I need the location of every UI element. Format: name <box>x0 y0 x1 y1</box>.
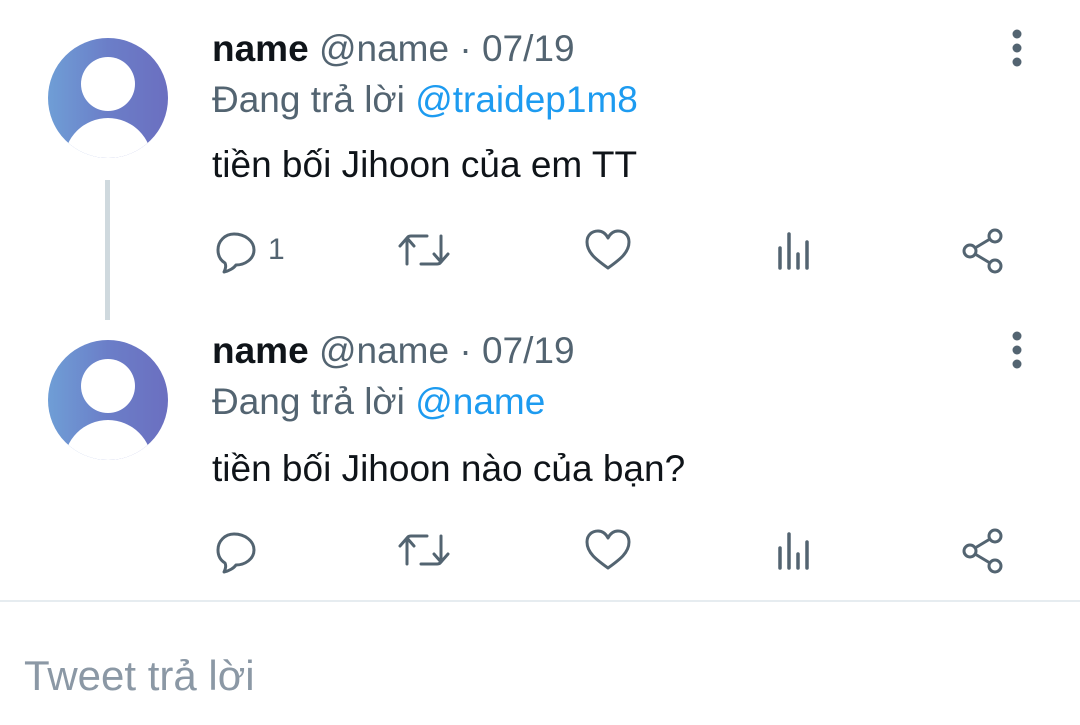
avatar-head-shape <box>81 359 135 413</box>
reply-input[interactable] <box>24 644 1024 708</box>
replying-to-label: Đang trả lời <box>212 381 405 422</box>
avatar-body-shape <box>64 118 152 158</box>
retweet-button[interactable] <box>397 524 451 576</box>
replying-to-label: Đang trả lời <box>212 79 405 120</box>
replying-to-mention[interactable]: @traidep1m8 <box>415 79 638 120</box>
display-name[interactable]: name <box>212 330 309 371</box>
share-button[interactable] <box>958 224 1008 276</box>
replying-to-line: Đang trả lời @name <box>212 380 545 424</box>
reply-count: 1 <box>268 233 285 266</box>
share-icon <box>962 228 1003 274</box>
reply-composer <box>0 602 1080 725</box>
separator-dot: · <box>459 330 472 371</box>
user-handle[interactable]: @name <box>319 28 449 69</box>
retweet-icon <box>398 234 450 266</box>
views-button[interactable] <box>772 524 816 576</box>
more-options-button[interactable] <box>1000 326 1034 374</box>
like-button[interactable] <box>583 524 633 576</box>
tweet-date[interactable]: 07/19 <box>482 330 575 371</box>
views-icon <box>778 232 809 270</box>
replying-to-line: Đang trả lời @traidep1m8 <box>212 78 638 122</box>
like-button[interactable] <box>583 224 633 276</box>
more-options-icon <box>1012 331 1022 369</box>
tweet[interactable]: name @name · 07/19 Đang trả lời @traidep… <box>0 0 1080 320</box>
tweet-text: tiền bối Jihoon của em TT <box>212 144 638 185</box>
tweet[interactable]: name @name · 07/19 Đang trả lời @name ti… <box>0 300 1080 600</box>
avatar-body-shape <box>64 420 152 460</box>
reply-icon <box>216 232 256 274</box>
reply-icon <box>216 532 256 574</box>
tweet-header: name @name · 07/19 <box>212 329 575 373</box>
display-name[interactable]: name <box>212 28 309 69</box>
tweet-thread-screen: name @name · 07/19 Đang trả lời @traidep… <box>0 0 1080 725</box>
reply-button[interactable]: 1 <box>212 224 285 276</box>
replying-to-mention[interactable]: @name <box>415 381 545 422</box>
avatar[interactable] <box>48 38 168 158</box>
tweet-header: name @name · 07/19 <box>212 27 575 71</box>
views-button[interactable] <box>772 224 816 276</box>
tweet-text: tiền bối Jihoon nào của bạn? <box>212 448 686 489</box>
tweet-actions-bar: 1 <box>0 222 1080 282</box>
like-icon <box>585 229 631 270</box>
views-icon <box>778 532 809 570</box>
separator-dot: · <box>459 28 472 69</box>
more-options-button[interactable] <box>1000 24 1034 72</box>
avatar[interactable] <box>48 340 168 460</box>
tweet-actions-bar <box>0 522 1080 582</box>
share-icon <box>962 528 1003 574</box>
like-icon <box>585 529 631 570</box>
tweet-date[interactable]: 07/19 <box>482 28 575 69</box>
reply-button[interactable] <box>212 524 268 576</box>
share-button[interactable] <box>958 524 1008 576</box>
more-options-icon <box>1012 29 1022 67</box>
retweet-button[interactable] <box>397 224 451 276</box>
user-handle[interactable]: @name <box>319 330 449 371</box>
avatar-head-shape <box>81 57 135 111</box>
retweet-icon <box>398 534 450 566</box>
